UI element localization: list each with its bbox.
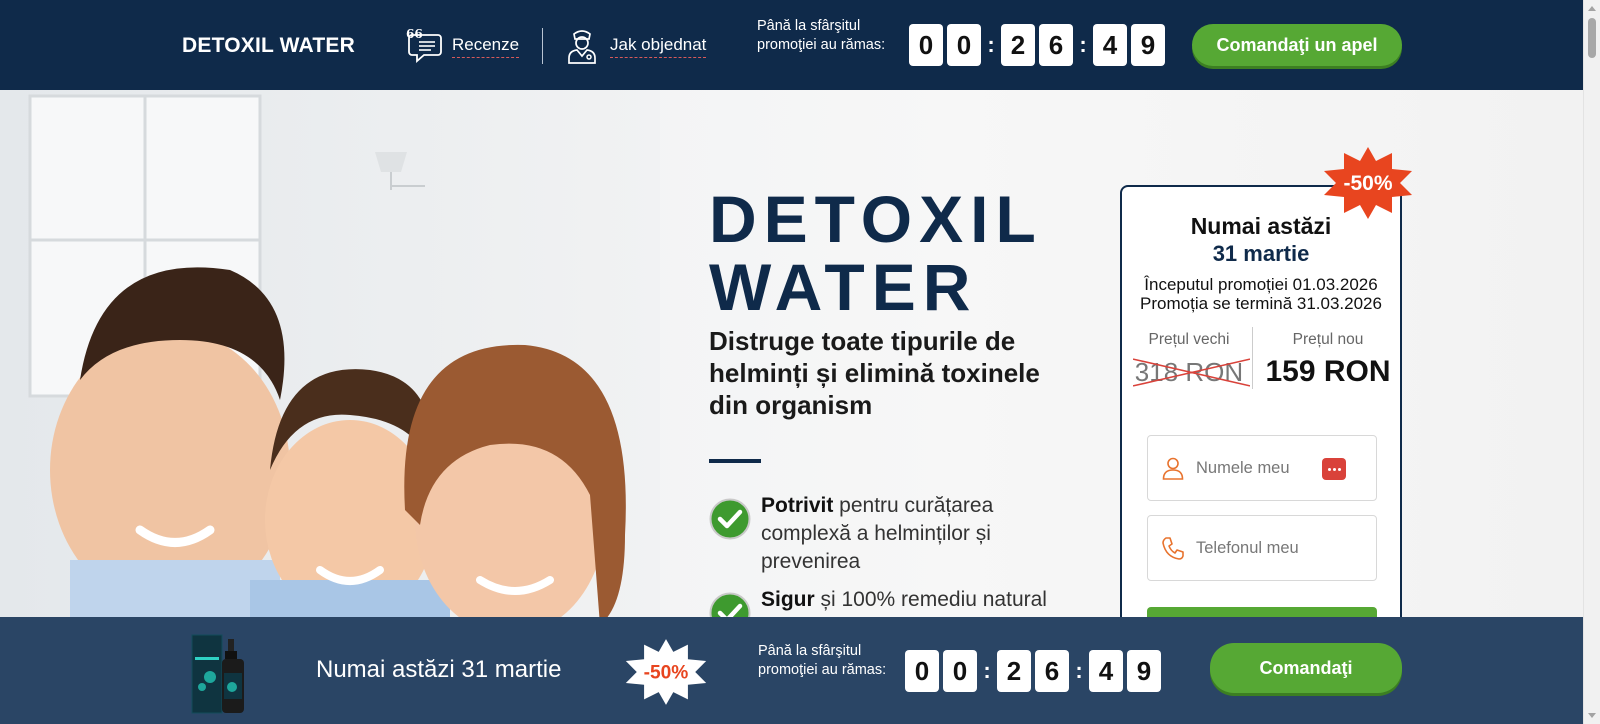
discount-label: -50% [644, 662, 689, 683]
hero-title-line: DETOXIL [709, 182, 1043, 256]
bottom-sticky-bar: Numai astăzi 31 martie -50% Până la sfâr… [0, 617, 1583, 724]
card-date: 31 martie [1212, 241, 1310, 266]
reviews-chat-icon: 66 [406, 27, 442, 63]
hero-divider [709, 459, 761, 463]
family-photo [0, 90, 660, 617]
hero-section: DETOXIL WATER Distruge toate tipurile de… [0, 90, 1583, 617]
old-price-label: Prețul vechi [1148, 331, 1230, 348]
timer-colon: : [983, 658, 991, 683]
nav-label-reviews[interactable]: Recenze [452, 35, 520, 58]
order-card: Numai astăzi 31 martie Începutul promoți… [1120, 185, 1402, 617]
phone-field[interactable]: Telefonul meu [1147, 515, 1377, 581]
request-call-button[interactable]: Comandaţi un apel [1192, 24, 1402, 66]
discount-burst: -50% [1324, 147, 1412, 219]
nav-item-how-to-order[interactable]: Jak objednat [562, 26, 707, 66]
timer-colon: : [987, 32, 995, 57]
brand-logo[interactable]: DETOXIL WATER [182, 34, 355, 58]
timer-digit: 0 [905, 650, 939, 692]
new-price: 159 RON [1265, 355, 1391, 388]
password-manager-icon[interactable] [1322, 458, 1346, 480]
timer-colon: : [1079, 32, 1087, 57]
timer-digit: 2 [1001, 24, 1035, 66]
name-placeholder: Numele meu [1196, 458, 1290, 477]
scroll-thumb[interactable] [1588, 18, 1596, 58]
timer-digit: 6 [1035, 650, 1069, 692]
benefit-body: și 100% remediu natural [814, 588, 1047, 611]
promo-countdown-label: Până la sfârşitul promoţiei au rămas: [757, 18, 886, 53]
scroll-up-arrow-icon[interactable] [1588, 6, 1596, 11]
top-header: DETOXIL WATER 66 Recenze Jak objednat Pâ… [0, 0, 1583, 90]
bottom-offer-text: Numai astăzi 31 martie [316, 656, 562, 683]
price-separator [1252, 327, 1253, 389]
promo-countdown-label: Până la sfârşitul promoţiei au rămas: [758, 643, 887, 678]
countdown-timer: 0 0 : 2 6 : 4 9 [909, 24, 1169, 66]
nav-divider [542, 28, 543, 64]
benefit-item: Potrivit pentru curățarea complexă a hel… [709, 492, 1069, 576]
hero-title-line: WATER [709, 250, 978, 324]
timer-colon: : [1075, 658, 1083, 683]
order-button[interactable]: Comandaţi [1210, 643, 1402, 693]
nav-item-reviews[interactable]: 66 Recenze [404, 26, 520, 66]
nav-label-how-to-order[interactable]: Jak objednat [610, 35, 707, 58]
timer-digit: 2 [997, 650, 1031, 692]
strike-cross-icon [1132, 358, 1250, 387]
old-price: 318 RON [1132, 357, 1250, 388]
check-circle-icon [709, 498, 751, 540]
doctor-icon [568, 30, 596, 64]
timer-digit: 9 [1127, 650, 1161, 692]
benefit-text: Potrivit pentru curățarea complexă a hel… [761, 492, 1069, 576]
name-field[interactable]: Numele meu [1147, 435, 1377, 501]
check-circle-icon [709, 592, 751, 617]
benefit-item: Sigur și 100% remediu natural [709, 586, 1069, 617]
order-submit-button[interactable]: Comandați [1147, 607, 1377, 617]
benefit-strong: Sigur [761, 588, 815, 611]
promo-end: Promoția se termină 31.03.2026 [1140, 294, 1382, 313]
phone-icon [1162, 537, 1184, 560]
promo-start: Începutul promoției 01.03.2026 [1144, 275, 1378, 294]
phone-placeholder: Telefonul meu [1196, 538, 1299, 557]
old-price-column: Prețul vechi 318 RON [1124, 331, 1254, 388]
new-price-column: Prețul nou 159 RON [1254, 331, 1402, 389]
product-image [191, 634, 244, 714]
timer-digit: 4 [1089, 650, 1123, 692]
benefit-strong: Potrivit [761, 494, 834, 517]
page-scrollbar[interactable] [1583, 0, 1600, 724]
timer-digit: 0 [947, 24, 981, 66]
discount-burst: -50% [625, 639, 707, 705]
timer-digit: 0 [909, 24, 943, 66]
hero-subtitle: Distruge toate tipurile de helminți și e… [709, 326, 1040, 420]
timer-digit: 4 [1093, 24, 1127, 66]
svg-text:66: 66 [406, 27, 423, 41]
new-price-label: Prețul nou [1292, 331, 1364, 348]
countdown-timer: 0 0 : 2 6 : 4 9 [905, 650, 1165, 692]
timer-digit: 9 [1131, 24, 1165, 66]
benefit-text: Sigur și 100% remediu natural [761, 586, 1047, 614]
timer-digit: 0 [943, 650, 977, 692]
timer-digit: 6 [1039, 24, 1073, 66]
scroll-down-arrow-icon[interactable] [1588, 713, 1596, 718]
hero-title: DETOXIL WATER [709, 185, 1089, 321]
discount-label: -50% [1343, 172, 1392, 195]
user-icon [1162, 457, 1184, 480]
